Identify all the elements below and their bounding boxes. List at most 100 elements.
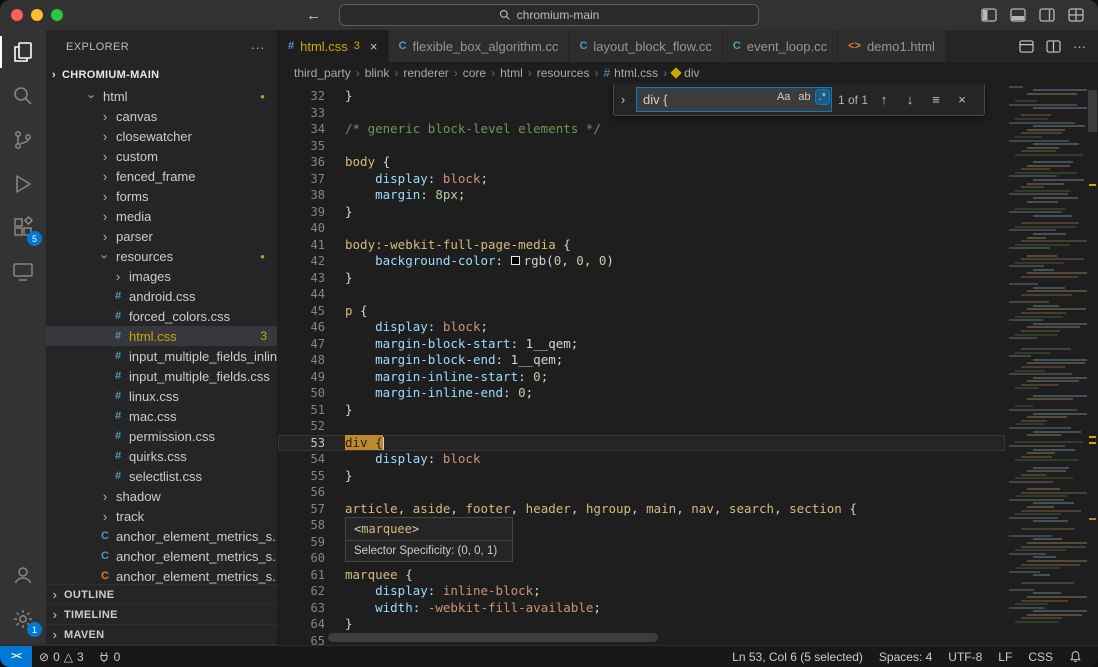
breadcrumb-item-core[interactable]: core: [463, 66, 486, 80]
eol[interactable]: LF: [990, 650, 1020, 664]
code-line-48[interactable]: 48 margin-block-end: 1__qem;: [278, 352, 1005, 369]
tree-item-anchor-element-metrics-s-[interactable]: Canchor_element_metrics_s...: [46, 526, 277, 546]
tree-item-html[interactable]: ›html●: [46, 86, 277, 106]
tree-item-shadow[interactable]: ›shadow: [46, 486, 277, 506]
code-line-41[interactable]: 41body:-webkit-full-page-media {: [278, 237, 1005, 254]
tree-item-selectlist-css[interactable]: #selectlist.css: [46, 466, 277, 486]
sidebar-section-timeline[interactable]: ›TIMELINE: [46, 605, 277, 625]
code-line-40[interactable]: 40: [278, 220, 1005, 237]
settings-gear-icon[interactable]: 1: [0, 597, 46, 641]
tab-event-loop-cc[interactable]: Cevent_loop.cc: [723, 30, 838, 62]
tree-item-quirks-css[interactable]: #quirks.css: [46, 446, 277, 466]
code-line-64[interactable]: 64}: [278, 616, 1005, 633]
problems-indicator[interactable]: ⊘ 0 △ 3: [32, 646, 91, 667]
toggle-primary-sidebar-icon[interactable]: [981, 8, 997, 22]
explorer-icon[interactable]: [0, 30, 46, 74]
toggle-secondary-sidebar-icon[interactable]: [1039, 8, 1055, 22]
tab-html-css[interactable]: #html.css3×: [278, 30, 389, 62]
tree-item-html-css[interactable]: #html.css3: [46, 326, 277, 346]
toggle-layout-icon[interactable]: [1019, 40, 1034, 53]
tree-item-input-multiple-fields-css[interactable]: #input_multiple_fields.css: [46, 366, 277, 386]
run-debug-icon[interactable]: [0, 162, 46, 206]
minimize-window-button[interactable]: [31, 9, 43, 21]
code-line-34[interactable]: 34/* generic block-level elements */: [278, 121, 1005, 138]
code-line-49[interactable]: 49 margin-inline-start: 0;: [278, 369, 1005, 386]
next-match-icon[interactable]: ↓: [900, 92, 920, 107]
tree-item-parser[interactable]: ›parser: [46, 226, 277, 246]
code-line-52[interactable]: 52: [278, 418, 1005, 435]
tree-item-canvas[interactable]: ›canvas: [46, 106, 277, 126]
code-line-57[interactable]: 57article, aside, footer, header, hgroup…: [278, 501, 1005, 518]
tree-item-anchor-element-metrics-s-[interactable]: Canchor_element_metrics_s...: [46, 566, 277, 584]
scrollbar-thumb[interactable]: [1088, 90, 1097, 132]
breadcrumb-item-html[interactable]: html: [500, 66, 523, 80]
encoding[interactable]: UTF-8: [940, 650, 990, 664]
code-line-36[interactable]: 36body {: [278, 154, 1005, 171]
code-line-56[interactable]: 56: [278, 484, 1005, 501]
code-line-37[interactable]: 37 display: block;: [278, 171, 1005, 188]
tree-item-resources[interactable]: ›resources●: [46, 246, 277, 266]
toggle-panel-icon[interactable]: [1010, 8, 1026, 22]
vertical-scrollbar[interactable]: [1087, 84, 1098, 645]
breadcrumb-item-third-party[interactable]: third_party: [294, 66, 351, 80]
code-line-42[interactable]: 42 background-color: rgb(0, 0, 0): [278, 253, 1005, 270]
sidebar-section-maven[interactable]: ›MAVEN: [46, 625, 277, 645]
code-line-47[interactable]: 47 margin-block-start: 1__qem;: [278, 336, 1005, 353]
code-line-54[interactable]: 54 display: block: [278, 451, 1005, 468]
more-actions-icon[interactable]: ···: [1073, 39, 1086, 54]
code-line-46[interactable]: 46 display: block;: [278, 319, 1005, 336]
ports-indicator[interactable]: 0: [91, 646, 128, 667]
code-line-44[interactable]: 44: [278, 286, 1005, 303]
explorer-more-actions-icon[interactable]: ···: [251, 40, 265, 55]
tree-item-images[interactable]: ›images: [46, 266, 277, 286]
tree-item-permission-css[interactable]: #permission.css: [46, 426, 277, 446]
breadcrumb-item-div[interactable]: div: [672, 66, 699, 80]
code-line-35[interactable]: 35: [278, 138, 1005, 155]
sidebar-section-outline[interactable]: ›OUTLINE: [46, 585, 277, 605]
code-line-38[interactable]: 38 margin: 8px;: [278, 187, 1005, 204]
find-in-selection-icon[interactable]: ≡: [926, 92, 946, 107]
tree-item-android-css[interactable]: #android.css: [46, 286, 277, 306]
language-mode[interactable]: CSS: [1020, 650, 1061, 664]
whole-word-toggle[interactable]: ab: [795, 90, 813, 104]
tree-item-closewatcher[interactable]: ›closewatcher: [46, 126, 277, 146]
tree-item-anchor-element-metrics-s-[interactable]: Canchor_element_metrics_s...: [46, 546, 277, 566]
color-swatch[interactable]: [511, 256, 520, 265]
customize-layout-icon[interactable]: [1068, 8, 1084, 22]
code-line-53[interactable]: 53div {: [278, 435, 1005, 452]
accounts-icon[interactable]: [0, 553, 46, 597]
breadcrumb-item-html-css[interactable]: #html.css: [603, 66, 658, 80]
tree-item-track[interactable]: ›track: [46, 506, 277, 526]
remote-indicator[interactable]: ><: [0, 646, 32, 667]
split-editor-icon[interactable]: [1046, 40, 1061, 53]
close-find-icon[interactable]: ×: [952, 92, 972, 107]
match-case-toggle[interactable]: Aa: [774, 90, 793, 104]
code-line-43[interactable]: 43}: [278, 270, 1005, 287]
zoom-window-button[interactable]: [51, 9, 63, 21]
cursor-position[interactable]: Ln 53, Col 6 (5 selected): [724, 650, 871, 664]
extensions-icon[interactable]: 5: [0, 206, 46, 250]
minimap[interactable]: [1005, 84, 1087, 645]
tree-item-forced-colors-css[interactable]: #forced_colors.css: [46, 306, 277, 326]
breadcrumb-item-blink[interactable]: blink: [365, 66, 390, 80]
back-icon[interactable]: ←: [306, 7, 321, 24]
tree-item-fenced-frame[interactable]: ›fenced_frame: [46, 166, 277, 186]
tab-flexible-box-algorithm-cc[interactable]: Cflexible_box_algorithm.cc: [389, 30, 570, 62]
remote-explorer-icon[interactable]: [0, 250, 46, 294]
indentation[interactable]: Spaces: 4: [871, 650, 940, 664]
code-line-50[interactable]: 50 margin-inline-end: 0;: [278, 385, 1005, 402]
code-line-63[interactable]: 63 width: -webkit-fill-available;: [278, 600, 1005, 617]
code-line-51[interactable]: 51}: [278, 402, 1005, 419]
code-line-55[interactable]: 55}: [278, 468, 1005, 485]
tree-item-forms[interactable]: ›forms: [46, 186, 277, 206]
source-control-icon[interactable]: [0, 118, 46, 162]
breadcrumb-item-resources[interactable]: resources: [537, 66, 590, 80]
tree-item-mac-css[interactable]: #mac.css: [46, 406, 277, 426]
code-line-45[interactable]: 45p {: [278, 303, 1005, 320]
previous-match-icon[interactable]: ↑: [874, 92, 894, 107]
close-window-button[interactable]: [11, 9, 23, 21]
command-center[interactable]: chromium-main: [339, 4, 759, 26]
workspace-section-header[interactable]: › CHROMIUM-MAIN: [46, 64, 277, 86]
toggle-replace-chevron-icon[interactable]: ›: [616, 92, 630, 107]
code-line-39[interactable]: 39}: [278, 204, 1005, 221]
